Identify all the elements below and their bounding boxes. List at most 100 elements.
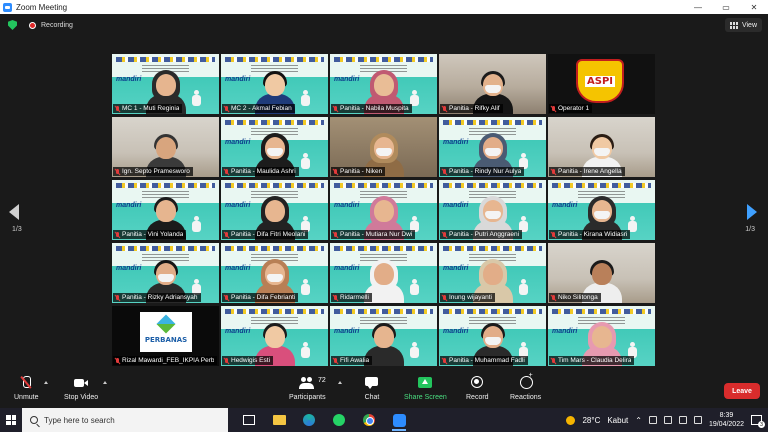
participant-name: Panitia - Irene Angella [558, 168, 622, 175]
audio-options-caret-icon[interactable] [44, 381, 48, 384]
video-tile[interactable]: Niko Silitonga [548, 243, 655, 303]
participant-name-tag: Rizal Mawardi_FEB_IKPIA Perb... [113, 356, 217, 365]
participant-name: MC 1 - Muti Reginia [122, 105, 180, 112]
robot-mascot [301, 153, 310, 169]
windows-taskbar: Type here to search 28°C Kabut ⌃ 8:39 19… [0, 408, 768, 432]
participant-name-tag: Operator 1 [549, 104, 593, 113]
volume-icon[interactable] [678, 416, 687, 424]
video-tile[interactable]: ASPI Operator 1 [548, 54, 655, 114]
perbanas-logo-text: PERBANAS [144, 336, 188, 344]
weather-condition[interactable]: Kabut [607, 416, 628, 425]
whatsapp-button[interactable] [324, 408, 354, 432]
participants-icon [299, 376, 315, 390]
maximize-button[interactable]: ▭ [712, 0, 740, 14]
taskbar-clock[interactable]: 8:39 19/04/2022 [709, 411, 744, 429]
video-tile[interactable]: PERBANAS Rizal Mawardi_FEB_IKPIA Perb... [112, 306, 219, 366]
video-tile[interactable]: mandiri Fifi Awalia [330, 306, 437, 366]
muted-mic-icon [115, 168, 120, 175]
video-tile[interactable]: mandiri Hedwigis Esti [221, 306, 328, 366]
wifi-icon[interactable] [693, 416, 702, 424]
video-tile[interactable]: Panitia - Rifky Alif [439, 54, 546, 114]
participant-name: Panitia - Rifky Alif [449, 105, 500, 112]
sponsor-logo: mandiri [443, 328, 469, 335]
video-tile[interactable]: mandiri Panitia - Difa Fitri Meolani [221, 180, 328, 240]
next-page-arrow-icon[interactable] [747, 204, 757, 220]
start-button[interactable] [0, 408, 22, 432]
person-face [373, 74, 394, 96]
video-tile[interactable]: mandiri Panitia - Mutiara Nur Dwi [330, 180, 437, 240]
event-banner-strip [116, 246, 215, 251]
minimize-button[interactable]: — [684, 0, 712, 14]
chat-button[interactable]: Chat [364, 376, 380, 401]
network-icon[interactable] [648, 416, 657, 424]
video-tile[interactable]: mandiri Panitia - Kirana Widiasri [548, 180, 655, 240]
video-tile[interactable]: Panitia - Niken [330, 117, 437, 177]
video-tile[interactable]: Ign. Septo Pramesworo [112, 117, 219, 177]
video-tile[interactable]: mandiri Panitia - Rindy Nur Aulya [439, 117, 546, 177]
participant-name: Ridarmelli [340, 294, 369, 301]
reactions-button[interactable]: Reactions [510, 372, 541, 401]
task-view-button[interactable] [234, 408, 264, 432]
participant-name-tag: Panitia - Mutiara Nur Dwi [331, 230, 416, 239]
person-face [264, 200, 285, 222]
person-face [591, 326, 612, 348]
file-explorer-button[interactable] [264, 408, 294, 432]
recording-label[interactable]: Recording [41, 22, 73, 29]
video-tile[interactable]: mandiri Panitia - Rizky Adriansyah [112, 243, 219, 303]
video-tile[interactable]: mandiri Panitia - Maulida Ashri [221, 117, 328, 177]
taskbar-search-box[interactable]: Type here to search [22, 408, 228, 432]
participant-name: MC 2 - Akmal Febian [231, 105, 292, 112]
aspi-logo-text: ASPI [585, 75, 615, 87]
video-tile[interactable]: mandiri Panitia - Nabila Muspita [330, 54, 437, 114]
video-tile[interactable]: mandiri Panitia - Difa Febrianti [221, 243, 328, 303]
title-bar: Zoom Meeting — ▭ ✕ [0, 0, 768, 14]
video-tile[interactable]: mandiri Panitia - Vini Yolanda [112, 180, 219, 240]
unmute-label: Unmute [14, 394, 39, 401]
close-button[interactable]: ✕ [740, 0, 768, 14]
participant-name: Hedwigis Esti [231, 357, 271, 364]
chrome-button[interactable] [354, 408, 384, 432]
video-tile[interactable]: mandiri Inung wijayanti [439, 243, 546, 303]
event-banner-strip [334, 183, 433, 188]
video-tile[interactable]: mandiri Tim Mars - Claudia Delira [548, 306, 655, 366]
unmute-button[interactable]: Unmute [14, 376, 39, 401]
event-banner-strip [443, 246, 542, 251]
participant-name-tag: Panitia - Vini Yolanda [113, 230, 187, 239]
stop-video-button[interactable]: Stop Video [64, 376, 98, 401]
muted-mic-icon [333, 357, 338, 364]
tray-chevron-icon[interactable]: ⌃ [635, 416, 642, 425]
weather-sun-icon[interactable] [566, 415, 576, 425]
video-options-caret-icon[interactable] [103, 381, 107, 384]
notification-center-icon[interactable]: 3 [751, 415, 765, 428]
encryption-shield-icon[interactable] [8, 20, 17, 30]
video-tile[interactable]: mandiri Panitia - Muhammad Fadli [439, 306, 546, 366]
zoom-taskbar-button[interactable] [384, 408, 414, 432]
muted-mic-icon [551, 105, 556, 112]
previous-page-arrow-icon[interactable] [9, 204, 19, 220]
weather-temperature[interactable]: 28°C [582, 416, 600, 425]
leave-button[interactable]: Leave [724, 383, 760, 399]
video-tile[interactable]: Panitia - Irene Angella [548, 117, 655, 177]
battery-icon[interactable] [663, 416, 672, 424]
chat-label: Chat [364, 394, 380, 401]
video-tile[interactable]: mandiri Panitia - Putri Anggraeni [439, 180, 546, 240]
participant-name-tag: Panitia - Rifky Alif [440, 104, 503, 113]
video-tile[interactable]: mandiri MC 1 - Muti Reginia [112, 54, 219, 114]
robot-mascot [410, 342, 419, 358]
share-screen-button[interactable]: Share Screen [404, 376, 447, 401]
event-banner-strip [443, 120, 542, 125]
person-face [155, 74, 176, 96]
participants-options-caret-icon[interactable] [338, 381, 342, 384]
person-face [373, 326, 394, 348]
video-tile[interactable]: mandiri MC 2 - Akmal Febian [221, 54, 328, 114]
muted-mic-icon [442, 168, 447, 175]
page-indicator-left: 1/3 [12, 226, 22, 233]
muted-mic-icon [115, 231, 120, 238]
view-button[interactable]: View [724, 18, 762, 32]
participant-name: Rizal Mawardi_FEB_IKPIA Perb... [122, 357, 214, 364]
sponsor-logo: mandiri [225, 76, 251, 83]
edge-button[interactable] [294, 408, 324, 432]
video-tile[interactable]: mandiri Ridarmelli [330, 243, 437, 303]
muted-mic-icon [551, 357, 556, 364]
record-button[interactable]: Record [466, 376, 489, 401]
